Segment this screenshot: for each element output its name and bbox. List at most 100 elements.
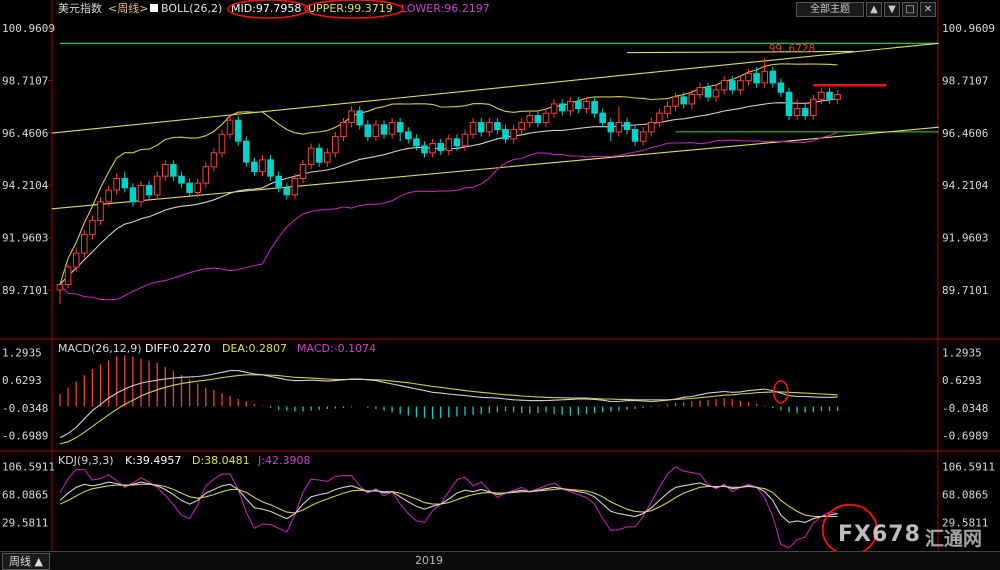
kdj-tick-label-left: 106.5911 <box>2 460 55 473</box>
candle-up <box>834 94 841 100</box>
candle-up <box>218 133 226 154</box>
candle-up <box>445 138 453 152</box>
candle-down <box>826 91 833 100</box>
kdj-tick-label-right: 106.5911 <box>942 460 995 473</box>
candle-down <box>558 103 566 112</box>
maximize-button[interactable]: □ <box>902 2 918 17</box>
kdj-j-value: J:42.3908 <box>257 454 310 467</box>
watermark-cn: 汇通网 <box>925 528 983 550</box>
macd-diff-value: DIFF:0.2270 <box>145 342 211 355</box>
candle-down <box>315 147 323 163</box>
boll-mid-value: MID:97.7958 <box>231 2 301 15</box>
macd-tick-label-left: -0.0348 <box>2 402 48 415</box>
dollar-index-weekly-chart[interactable]: 美元指数 <周线> BOLL(26,2) MID:97.7958 UPPER:9… <box>0 0 1000 551</box>
candle-up <box>162 164 169 177</box>
instrument-name: 美元指数 <box>58 1 102 15</box>
theme-select-button[interactable]: 全部主题 <box>796 2 864 17</box>
candle-down <box>186 182 193 193</box>
candle-down <box>145 184 153 196</box>
price-tick-label-right: 89.7101 <box>942 284 988 297</box>
candle-down <box>396 122 404 133</box>
year-label: 2019 <box>415 554 443 567</box>
price-tick-label-left: 100.9609 <box>2 22 55 35</box>
price-tick-label-left: 96.4606 <box>2 127 48 140</box>
candle-up <box>340 122 347 138</box>
macd-dea-value: DEA:0.2807 <box>222 342 287 355</box>
watermark-brand: FX678 <box>838 522 921 547</box>
kdj-tick-label-left: 68.0865 <box>2 489 48 502</box>
candle-up <box>486 122 493 133</box>
candle-down <box>801 108 809 117</box>
candle-down <box>364 124 372 138</box>
candle-up <box>307 147 315 166</box>
price-tick-label-left: 94.2104 <box>2 179 49 192</box>
candle-up <box>810 98 817 117</box>
candle-down <box>405 131 412 140</box>
macd-tick-label-left: 1.2935 <box>2 347 42 360</box>
boll-legend-icon <box>150 4 158 12</box>
candle-down <box>599 112 607 124</box>
candle-up <box>672 96 679 107</box>
high-annotation: 99.6728 <box>769 42 815 55</box>
candle-down <box>437 143 444 152</box>
candle-up <box>696 87 704 96</box>
nav-up-button[interactable]: ▲ <box>866 2 882 17</box>
candle-up <box>429 143 436 154</box>
candle-up <box>688 94 696 105</box>
kdj-k-value: K:39.4957 <box>125 454 181 467</box>
price-tick-label-right: 91.9603 <box>942 232 988 245</box>
candle-up <box>72 252 80 268</box>
candle-up <box>526 115 534 124</box>
price-tick-label-left: 89.7101 <box>2 284 48 297</box>
candle-down <box>477 122 485 133</box>
candle-down <box>234 119 242 142</box>
boll-name: BOLL(26,2) <box>161 2 222 15</box>
candle-up <box>745 73 752 82</box>
candle-down <box>680 96 688 105</box>
candle-down <box>575 101 582 110</box>
period-tab[interactable]: 周线 ▲ <box>2 553 50 570</box>
candle-down <box>631 129 639 142</box>
macd-tick-label-left: 0.6293 <box>2 374 42 387</box>
price-tick-label-right: 96.4606 <box>942 127 988 140</box>
boll-lower-value: LOWER:96.2197 <box>401 2 490 15</box>
candle-down <box>753 73 760 84</box>
candle-up <box>712 89 720 98</box>
candle-up <box>194 182 201 193</box>
macd-tick-label-right: 0.6293 <box>942 374 982 387</box>
candle-down <box>623 122 631 131</box>
kdj-tick-label-left: 29.5811 <box>2 517 48 530</box>
candle-down <box>607 122 615 133</box>
candle-up <box>291 177 299 196</box>
candle-up <box>793 108 801 117</box>
candle-up <box>105 189 112 203</box>
candle-up <box>737 80 744 91</box>
candle-down <box>380 124 388 135</box>
candle-down <box>777 82 785 93</box>
candle-up <box>615 122 623 133</box>
kdj-name: KDJ(9,3,3) <box>58 454 114 467</box>
close-button[interactable]: ✕ <box>920 2 936 17</box>
candle-down <box>769 70 777 84</box>
candle-up <box>324 152 331 163</box>
candle-up <box>89 219 96 235</box>
candle-up <box>518 122 526 131</box>
candle-up <box>372 124 380 138</box>
candle-up <box>81 233 88 254</box>
macd-name: MACD(26,12,9) <box>58 342 142 355</box>
price-tick-label-left: 98.7107 <box>2 74 48 87</box>
candle-down <box>251 161 258 173</box>
candle-up <box>64 266 72 286</box>
candle-down <box>121 177 129 189</box>
macd-tick-label-right: -0.6989 <box>942 430 988 443</box>
candle-down <box>729 80 736 91</box>
candle-down <box>413 138 420 147</box>
period-label: <周线> <box>108 1 148 15</box>
candle-up <box>656 112 663 124</box>
candle-down <box>421 145 428 154</box>
time-axis-bar: 周线 ▲ 2019 <box>0 551 1000 570</box>
kdj-axis-right: 106.591168.086529.5811 <box>942 460 995 529</box>
price-tick-label-right: 98.7107 <box>942 74 988 87</box>
candle-up <box>210 152 218 168</box>
nav-down-button[interactable]: ▼ <box>884 2 900 17</box>
